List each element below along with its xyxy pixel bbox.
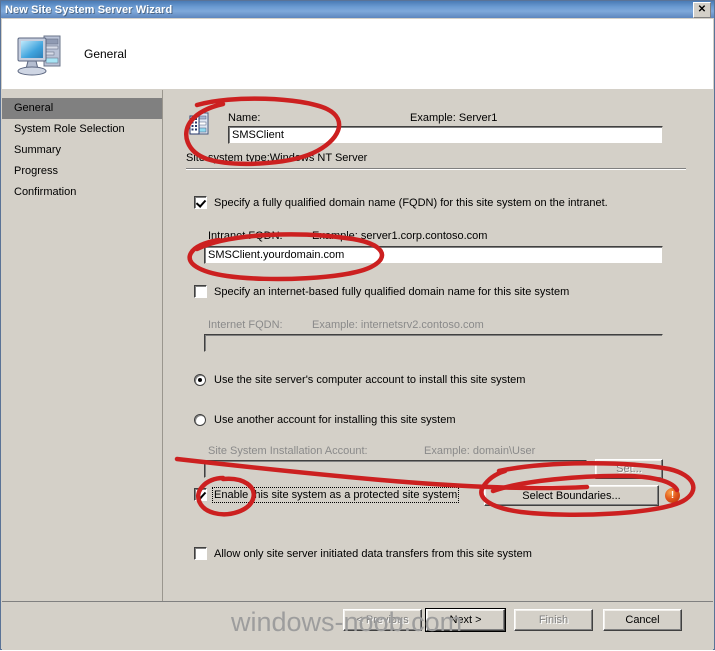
wizard-body: General System Role Selection Summary Pr… bbox=[2, 90, 713, 601]
title-bar: New Site System Server Wizard ✕ bbox=[1, 1, 714, 18]
radio-row-another-account[interactable]: Use another account for installing this … bbox=[194, 414, 456, 426]
name-input[interactable]: SMSClient bbox=[228, 126, 663, 144]
wizard-header: General bbox=[2, 19, 713, 89]
name-example-label: Example: Server1 bbox=[410, 112, 498, 124]
site-system-type-label: Site system type:Windows NT Server bbox=[186, 152, 368, 164]
sidebar-item-general[interactable]: General bbox=[2, 98, 162, 119]
close-icon[interactable]: ✕ bbox=[693, 1, 711, 18]
server-icon bbox=[188, 110, 212, 140]
intranet-fqdn-example-label: Example: server1.corp.contoso.com bbox=[312, 230, 488, 242]
install-account-label: Site System Installation Account: bbox=[208, 445, 368, 457]
sidebar-item-label: Progress bbox=[14, 165, 59, 177]
radio-another-account[interactable] bbox=[194, 414, 206, 426]
page-title: General bbox=[84, 47, 127, 61]
sidebar-item-label: General bbox=[14, 102, 54, 114]
checkbox-specify-fqdn[interactable] bbox=[194, 196, 207, 209]
general-settings-panel: Name: Example: Server1 SMSClient Site sy… bbox=[164, 90, 713, 601]
fqdn-checkbox-label: Specify a fully qualified domain name (F… bbox=[214, 196, 608, 209]
internet-fqdn-checkbox-row[interactable]: Specify an internet-based fully qualifie… bbox=[194, 285, 569, 298]
wizard-steps-sidebar: General System Role Selection Summary Pr… bbox=[2, 90, 163, 601]
radio-computer-account[interactable] bbox=[194, 374, 206, 386]
sidebar-item-system-role-selection[interactable]: System Role Selection bbox=[2, 119, 162, 140]
sidebar-item-confirmation[interactable]: Confirmation bbox=[2, 182, 162, 203]
sidebar-item-progress[interactable]: Progress bbox=[2, 161, 162, 182]
computer-icon bbox=[12, 28, 70, 80]
server-initiated-label: Allow only site server initiated data tr… bbox=[214, 547, 532, 560]
sidebar-item-label: Summary bbox=[14, 144, 62, 156]
name-label: Name: bbox=[228, 112, 260, 124]
internet-fqdn-label: Internet FQDN: bbox=[208, 319, 283, 331]
install-account-example-label: Example: domain\User bbox=[424, 445, 536, 457]
protected-site-system-row[interactable]: Enable this site system as a protected s… bbox=[194, 486, 460, 503]
checkbox-server-initiated-transfers[interactable] bbox=[194, 547, 207, 560]
protected-site-system-label: Enable this site system as a protected s… bbox=[211, 486, 460, 503]
checkbox-enable-protected-site-system[interactable] bbox=[194, 488, 207, 501]
radio-row-computer-account[interactable]: Use the site server's computer account t… bbox=[194, 374, 525, 386]
wizard-footer: < Previous Next > Finish Cancel bbox=[2, 601, 713, 650]
intranet-fqdn-input[interactable]: SMSClient.yourdomain.com bbox=[204, 246, 663, 264]
divider-highlight bbox=[186, 169, 686, 170]
previous-button[interactable]: < Previous bbox=[343, 609, 422, 631]
next-button[interactable]: Next > bbox=[425, 608, 506, 632]
internet-fqdn-checkbox-label: Specify an internet-based fully qualifie… bbox=[214, 285, 570, 298]
server-initiated-row[interactable]: Allow only site server initiated data tr… bbox=[194, 547, 532, 560]
internet-fqdn-input[interactable] bbox=[204, 334, 663, 352]
intranet-fqdn-label: Intranet FQDN: bbox=[208, 230, 283, 242]
wizard-window: New Site System Server Wizard ✕ General … bbox=[0, 0, 715, 650]
internet-fqdn-example-label: Example: internetsrv2.contoso.com bbox=[312, 319, 484, 331]
name-label-text: Name: bbox=[228, 112, 261, 124]
finish-button[interactable]: Finish bbox=[514, 609, 593, 631]
set-button[interactable]: Set... bbox=[595, 459, 663, 479]
error-icon-glyph: ! bbox=[670, 489, 675, 501]
sidebar-item-label: Confirmation bbox=[14, 186, 77, 198]
sidebar-item-label: System Role Selection bbox=[14, 123, 125, 135]
cancel-button[interactable]: Cancel bbox=[603, 609, 682, 631]
select-boundaries-button[interactable]: Select Boundaries... bbox=[484, 485, 659, 506]
radio-another-account-label: Use another account for installing this … bbox=[214, 414, 456, 426]
sidebar-item-summary[interactable]: Summary bbox=[2, 140, 162, 161]
fqdn-checkbox-row[interactable]: Specify a fully qualified domain name (F… bbox=[194, 196, 608, 209]
window-title: New Site System Server Wizard bbox=[5, 3, 173, 16]
error-icon: ! bbox=[665, 488, 680, 503]
checkbox-specify-internet-fqdn[interactable] bbox=[194, 285, 207, 298]
install-account-input[interactable] bbox=[204, 460, 587, 478]
radio-computer-account-label: Use the site server's computer account t… bbox=[214, 374, 526, 386]
